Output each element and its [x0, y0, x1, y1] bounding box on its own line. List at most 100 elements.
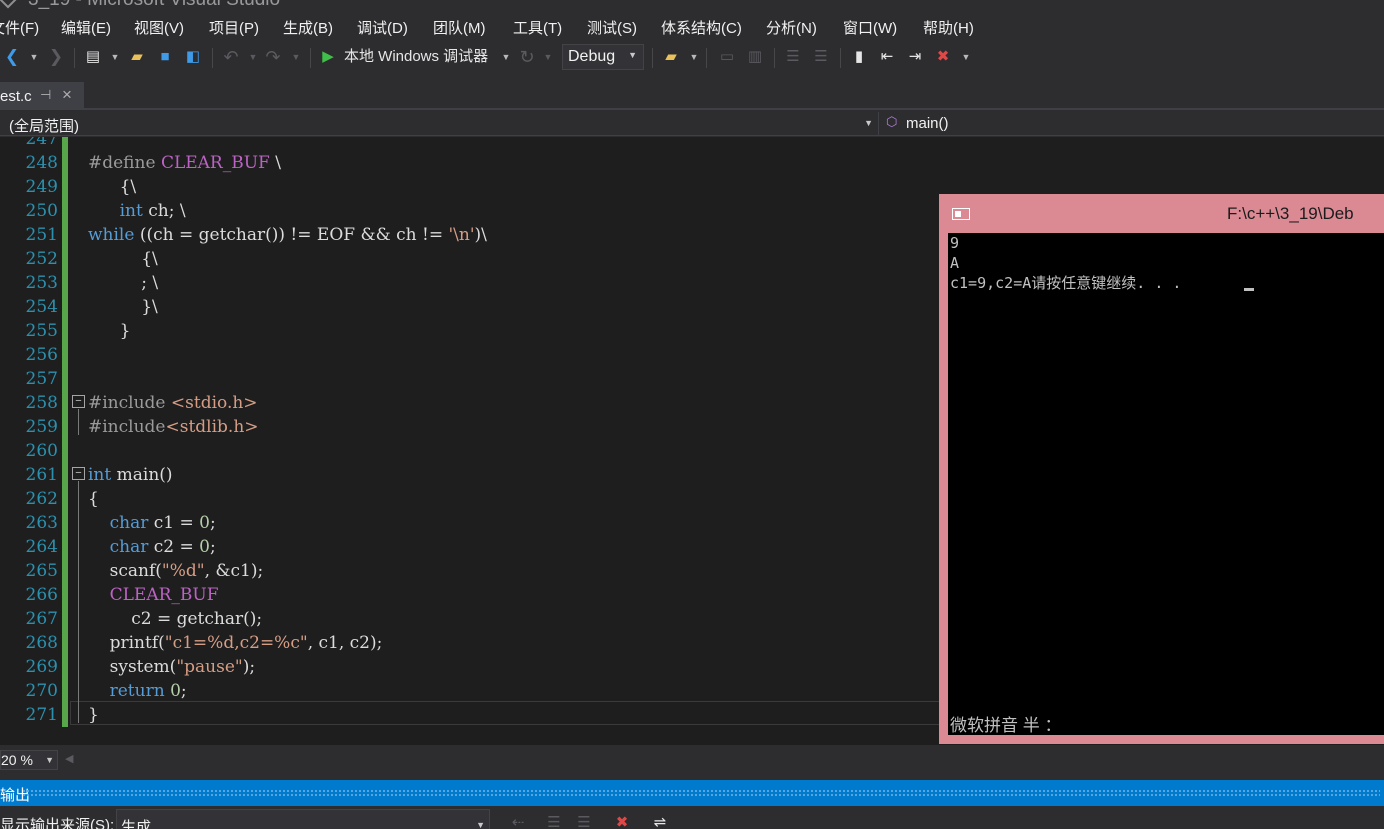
- chevron-down-icon[interactable]: ▼: [28, 46, 40, 68]
- previous-bookmark-icon[interactable]: ⇤: [876, 46, 898, 68]
- save-icon[interactable]: ■: [154, 46, 176, 68]
- line-number: 269: [25, 657, 58, 677]
- line-number-gutter: 247 248 249 250 251 252 253 254 255 256 …: [0, 137, 62, 745]
- output-source-dropdown[interactable]: 生成 ▼: [116, 809, 490, 829]
- undo-icon[interactable]: ↶: [220, 46, 242, 68]
- line-number: 262: [25, 489, 58, 509]
- line-number: 249: [25, 177, 58, 197]
- menu-window[interactable]: 窗口(W): [843, 17, 897, 38]
- navigate-back-icon[interactable]: ❮: [2, 46, 22, 68]
- menu-project[interactable]: 项目(P): [209, 17, 259, 38]
- start-debugging-button[interactable]: 本地 Windows 调试器: [344, 46, 498, 68]
- save-all-icon[interactable]: ◧: [182, 46, 204, 68]
- next-bookmark-icon[interactable]: ⇥: [904, 46, 926, 68]
- console-window-icon: [952, 208, 970, 220]
- open-file-icon[interactable]: ▰: [126, 46, 148, 68]
- collapse-icon[interactable]: −: [72, 395, 85, 408]
- line-number: 259: [25, 417, 58, 437]
- menu-view[interactable]: 视图(V): [134, 17, 184, 38]
- scope-value: (全局范围): [9, 118, 79, 135]
- outline-guide: [78, 409, 79, 435]
- pin-icon[interactable]: ⊣: [40, 87, 51, 103]
- console-output[interactable]: 9 A c1=9,c2=A请按任意键继续. . . 微软拼音 半 ：: [948, 233, 1384, 735]
- chevron-down-icon[interactable]: ▼: [109, 46, 121, 68]
- output-toolbar: 显示输出来源(S): 生成 ▼ ⇠ ☰ ☰ ✖ ⇌: [0, 806, 1384, 829]
- refresh-icon[interactable]: ↻: [516, 46, 538, 68]
- code-line: char c2 = 0;: [109, 537, 216, 557]
- code-line: {: [88, 489, 99, 509]
- line-number: 257: [25, 369, 58, 389]
- line-number: 251: [25, 225, 58, 245]
- chevron-down-icon[interactable]: ▼: [500, 46, 512, 68]
- redo-icon[interactable]: ↷: [262, 46, 284, 68]
- member-value: main(): [906, 115, 949, 132]
- line-number: 268: [25, 633, 58, 653]
- chevron-down-icon[interactable]: ▼: [688, 46, 700, 68]
- output-source-value: 生成: [121, 819, 152, 829]
- console-window[interactable]: F:\c++\3_19\Deb 9 A c1=9,c2=A请按任意键继续. . …: [939, 194, 1384, 744]
- menu-help[interactable]: 帮助(H): [923, 17, 974, 38]
- code-line: system("pause");: [88, 657, 256, 677]
- member-dropdown[interactable]: ⬡ main(): [884, 112, 1384, 135]
- menu-debug[interactable]: 调试(D): [357, 17, 408, 38]
- code-line: ; \: [98, 273, 159, 293]
- next-message-icon[interactable]: ☰: [574, 812, 594, 829]
- code-line: int main(): [88, 465, 173, 485]
- menu-team[interactable]: 团队(M): [433, 17, 486, 38]
- menu-edit[interactable]: 编辑(E): [61, 17, 111, 38]
- chevron-down-icon[interactable]: ▼: [247, 46, 259, 68]
- scroll-left-icon[interactable]: ◀: [65, 752, 73, 765]
- code-line: while ((ch = getchar()) != EOF && ch != …: [88, 225, 487, 245]
- line-number: 261: [25, 465, 58, 485]
- bookmark-icon[interactable]: ▮: [848, 46, 870, 68]
- line-number: 258: [25, 393, 58, 413]
- tab-underline: [0, 108, 1384, 110]
- collapse-icon[interactable]: −: [72, 467, 85, 480]
- toolbar-separator: [840, 48, 841, 68]
- find-in-files-icon[interactable]: ▰: [660, 46, 682, 68]
- toolbar-separator: [652, 48, 653, 68]
- comment-out-icon[interactable]: ▭: [716, 46, 738, 68]
- clear-bookmarks-icon[interactable]: ✖: [932, 46, 954, 68]
- navigate-forward-icon[interactable]: ❯: [46, 46, 66, 68]
- new-project-icon[interactable]: ▤: [82, 46, 104, 68]
- previous-message-icon[interactable]: ☰: [544, 812, 564, 829]
- find-message-icon[interactable]: ⇠: [508, 812, 528, 829]
- visual-studio-logo-icon: [0, 0, 17, 9]
- close-icon[interactable]: ×: [62, 85, 72, 105]
- line-number: 267: [25, 609, 58, 629]
- code-line: int ch; \: [119, 201, 186, 221]
- document-tab[interactable]: est.c ⊣ ×: [0, 82, 84, 110]
- uncomment-icon[interactable]: ▥: [744, 46, 766, 68]
- menu-test[interactable]: 测试(S): [587, 17, 637, 38]
- code-line: }: [88, 705, 99, 725]
- chevron-down-icon[interactable]: ▼: [290, 46, 302, 68]
- chevron-down-icon: ▼: [476, 820, 485, 829]
- increase-indent-icon[interactable]: ☰: [810, 46, 832, 68]
- code-line: #define CLEAR_BUF \: [88, 153, 281, 173]
- clear-all-icon[interactable]: ✖: [612, 812, 632, 829]
- zoom-dropdown[interactable]: 20 % ▼: [0, 750, 58, 770]
- code-line: scanf("%d", &c1);: [88, 561, 264, 581]
- code-line: }: [98, 321, 131, 341]
- code-line: {\: [98, 249, 158, 269]
- menu-analyze[interactable]: 分析(N): [766, 17, 817, 38]
- output-panel-header[interactable]: 输出: [0, 780, 1384, 806]
- start-debugging-icon[interactable]: ▶: [318, 46, 338, 68]
- document-tab-strip: est.c ⊣ ×: [0, 82, 1384, 110]
- menu-build[interactable]: 生成(B): [283, 17, 333, 38]
- menu-architecture[interactable]: 体系结构(C): [661, 17, 742, 38]
- code-line: }\: [98, 297, 158, 317]
- decrease-indent-icon[interactable]: ☰: [782, 46, 804, 68]
- code-line: #include <stdio.h>: [88, 393, 258, 413]
- window-title: 3_19 - Microsoft Visual Studio: [28, 0, 280, 11]
- word-wrap-icon[interactable]: ⇌: [650, 812, 670, 829]
- code-line: char c1 = 0;: [109, 513, 216, 533]
- solution-configuration-dropdown[interactable]: Debug ▼: [562, 44, 644, 70]
- scope-dropdown[interactable]: (全局范围) ▼: [0, 112, 879, 135]
- menu-tools[interactable]: 工具(T): [513, 17, 562, 38]
- chevron-down-icon: ▼: [45, 755, 54, 765]
- menu-file[interactable]: 文件(F): [0, 17, 39, 38]
- chevron-down-icon[interactable]: ▼: [960, 46, 972, 68]
- chevron-down-icon[interactable]: ▼: [542, 46, 554, 68]
